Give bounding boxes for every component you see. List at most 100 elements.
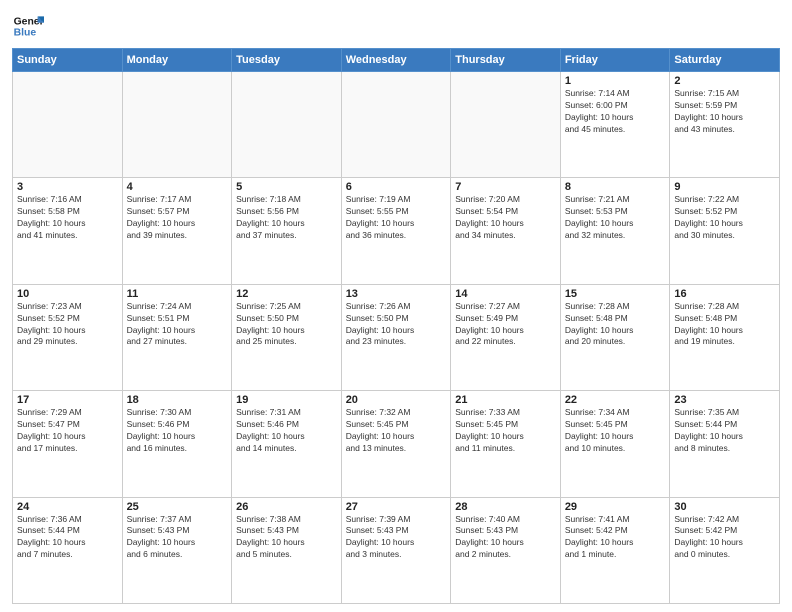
calendar-cell: 27Sunrise: 7:39 AM Sunset: 5:43 PM Dayli… xyxy=(341,497,451,603)
week-row-3: 10Sunrise: 7:23 AM Sunset: 5:52 PM Dayli… xyxy=(13,284,780,390)
header: General Blue xyxy=(12,10,780,42)
day-number: 21 xyxy=(455,394,556,406)
day-info: Sunrise: 7:30 AM Sunset: 5:46 PM Dayligh… xyxy=(127,407,228,455)
svg-text:Blue: Blue xyxy=(14,28,37,39)
day-info: Sunrise: 7:28 AM Sunset: 5:48 PM Dayligh… xyxy=(674,301,775,349)
day-info: Sunrise: 7:22 AM Sunset: 5:52 PM Dayligh… xyxy=(674,194,775,242)
week-row-5: 24Sunrise: 7:36 AM Sunset: 5:44 PM Dayli… xyxy=(13,497,780,603)
calendar-cell xyxy=(341,72,451,178)
day-number: 15 xyxy=(565,288,666,300)
day-info: Sunrise: 7:36 AM Sunset: 5:44 PM Dayligh… xyxy=(17,514,118,562)
day-info: Sunrise: 7:19 AM Sunset: 5:55 PM Dayligh… xyxy=(346,194,447,242)
day-number: 24 xyxy=(17,501,118,513)
day-number: 4 xyxy=(127,181,228,193)
calendar-cell xyxy=(122,72,232,178)
day-number: 12 xyxy=(236,288,337,300)
day-info: Sunrise: 7:39 AM Sunset: 5:43 PM Dayligh… xyxy=(346,514,447,562)
day-info: Sunrise: 7:25 AM Sunset: 5:50 PM Dayligh… xyxy=(236,301,337,349)
day-info: Sunrise: 7:18 AM Sunset: 5:56 PM Dayligh… xyxy=(236,194,337,242)
week-row-2: 3Sunrise: 7:16 AM Sunset: 5:58 PM Daylig… xyxy=(13,178,780,284)
calendar-cell: 29Sunrise: 7:41 AM Sunset: 5:42 PM Dayli… xyxy=(560,497,670,603)
calendar-cell: 13Sunrise: 7:26 AM Sunset: 5:50 PM Dayli… xyxy=(341,284,451,390)
calendar-cell: 16Sunrise: 7:28 AM Sunset: 5:48 PM Dayli… xyxy=(670,284,780,390)
day-info: Sunrise: 7:32 AM Sunset: 5:45 PM Dayligh… xyxy=(346,407,447,455)
day-info: Sunrise: 7:27 AM Sunset: 5:49 PM Dayligh… xyxy=(455,301,556,349)
calendar-cell: 8Sunrise: 7:21 AM Sunset: 5:53 PM Daylig… xyxy=(560,178,670,284)
day-info: Sunrise: 7:40 AM Sunset: 5:43 PM Dayligh… xyxy=(455,514,556,562)
day-info: Sunrise: 7:33 AM Sunset: 5:45 PM Dayligh… xyxy=(455,407,556,455)
day-info: Sunrise: 7:17 AM Sunset: 5:57 PM Dayligh… xyxy=(127,194,228,242)
calendar-cell: 4Sunrise: 7:17 AM Sunset: 5:57 PM Daylig… xyxy=(122,178,232,284)
day-info: Sunrise: 7:24 AM Sunset: 5:51 PM Dayligh… xyxy=(127,301,228,349)
day-number: 14 xyxy=(455,288,556,300)
day-info: Sunrise: 7:35 AM Sunset: 5:44 PM Dayligh… xyxy=(674,407,775,455)
day-info: Sunrise: 7:37 AM Sunset: 5:43 PM Dayligh… xyxy=(127,514,228,562)
day-info: Sunrise: 7:29 AM Sunset: 5:47 PM Dayligh… xyxy=(17,407,118,455)
weekday-header-row: SundayMondayTuesdayWednesdayThursdayFrid… xyxy=(13,49,780,72)
logo: General Blue xyxy=(12,10,44,42)
calendar-cell xyxy=(13,72,123,178)
day-info: Sunrise: 7:34 AM Sunset: 5:45 PM Dayligh… xyxy=(565,407,666,455)
weekday-friday: Friday xyxy=(560,49,670,72)
calendar-cell xyxy=(451,72,561,178)
weekday-monday: Monday xyxy=(122,49,232,72)
day-info: Sunrise: 7:28 AM Sunset: 5:48 PM Dayligh… xyxy=(565,301,666,349)
calendar-cell: 19Sunrise: 7:31 AM Sunset: 5:46 PM Dayli… xyxy=(232,391,342,497)
calendar-cell: 24Sunrise: 7:36 AM Sunset: 5:44 PM Dayli… xyxy=(13,497,123,603)
day-info: Sunrise: 7:16 AM Sunset: 5:58 PM Dayligh… xyxy=(17,194,118,242)
day-number: 1 xyxy=(565,75,666,87)
logo-icon: General Blue xyxy=(12,10,44,42)
week-row-4: 17Sunrise: 7:29 AM Sunset: 5:47 PM Dayli… xyxy=(13,391,780,497)
day-number: 29 xyxy=(565,501,666,513)
day-number: 19 xyxy=(236,394,337,406)
day-info: Sunrise: 7:15 AM Sunset: 5:59 PM Dayligh… xyxy=(674,88,775,136)
day-info: Sunrise: 7:23 AM Sunset: 5:52 PM Dayligh… xyxy=(17,301,118,349)
day-info: Sunrise: 7:41 AM Sunset: 5:42 PM Dayligh… xyxy=(565,514,666,562)
day-number: 23 xyxy=(674,394,775,406)
calendar-cell: 22Sunrise: 7:34 AM Sunset: 5:45 PM Dayli… xyxy=(560,391,670,497)
calendar-cell: 12Sunrise: 7:25 AM Sunset: 5:50 PM Dayli… xyxy=(232,284,342,390)
calendar-table: SundayMondayTuesdayWednesdayThursdayFrid… xyxy=(12,48,780,604)
day-number: 10 xyxy=(17,288,118,300)
calendar-cell: 18Sunrise: 7:30 AM Sunset: 5:46 PM Dayli… xyxy=(122,391,232,497)
day-number: 22 xyxy=(565,394,666,406)
day-info: Sunrise: 7:21 AM Sunset: 5:53 PM Dayligh… xyxy=(565,194,666,242)
day-info: Sunrise: 7:38 AM Sunset: 5:43 PM Dayligh… xyxy=(236,514,337,562)
calendar-cell: 1Sunrise: 7:14 AM Sunset: 6:00 PM Daylig… xyxy=(560,72,670,178)
calendar-cell: 26Sunrise: 7:38 AM Sunset: 5:43 PM Dayli… xyxy=(232,497,342,603)
calendar-cell: 17Sunrise: 7:29 AM Sunset: 5:47 PM Dayli… xyxy=(13,391,123,497)
day-number: 20 xyxy=(346,394,447,406)
day-number: 8 xyxy=(565,181,666,193)
day-number: 27 xyxy=(346,501,447,513)
day-number: 9 xyxy=(674,181,775,193)
weekday-saturday: Saturday xyxy=(670,49,780,72)
calendar-cell: 23Sunrise: 7:35 AM Sunset: 5:44 PM Dayli… xyxy=(670,391,780,497)
day-info: Sunrise: 7:31 AM Sunset: 5:46 PM Dayligh… xyxy=(236,407,337,455)
calendar-cell: 15Sunrise: 7:28 AM Sunset: 5:48 PM Dayli… xyxy=(560,284,670,390)
day-number: 26 xyxy=(236,501,337,513)
week-row-1: 1Sunrise: 7:14 AM Sunset: 6:00 PM Daylig… xyxy=(13,72,780,178)
calendar-cell: 6Sunrise: 7:19 AM Sunset: 5:55 PM Daylig… xyxy=(341,178,451,284)
day-number: 30 xyxy=(674,501,775,513)
day-number: 28 xyxy=(455,501,556,513)
calendar-cell: 9Sunrise: 7:22 AM Sunset: 5:52 PM Daylig… xyxy=(670,178,780,284)
calendar-cell: 11Sunrise: 7:24 AM Sunset: 5:51 PM Dayli… xyxy=(122,284,232,390)
day-number: 17 xyxy=(17,394,118,406)
calendar-cell: 28Sunrise: 7:40 AM Sunset: 5:43 PM Dayli… xyxy=(451,497,561,603)
day-info: Sunrise: 7:26 AM Sunset: 5:50 PM Dayligh… xyxy=(346,301,447,349)
calendar-cell xyxy=(232,72,342,178)
calendar-cell: 25Sunrise: 7:37 AM Sunset: 5:43 PM Dayli… xyxy=(122,497,232,603)
day-info: Sunrise: 7:42 AM Sunset: 5:42 PM Dayligh… xyxy=(674,514,775,562)
calendar-cell: 5Sunrise: 7:18 AM Sunset: 5:56 PM Daylig… xyxy=(232,178,342,284)
calendar-cell: 14Sunrise: 7:27 AM Sunset: 5:49 PM Dayli… xyxy=(451,284,561,390)
day-number: 6 xyxy=(346,181,447,193)
day-number: 18 xyxy=(127,394,228,406)
day-number: 2 xyxy=(674,75,775,87)
weekday-thursday: Thursday xyxy=(451,49,561,72)
day-number: 5 xyxy=(236,181,337,193)
calendar-cell: 30Sunrise: 7:42 AM Sunset: 5:42 PM Dayli… xyxy=(670,497,780,603)
day-number: 16 xyxy=(674,288,775,300)
weekday-sunday: Sunday xyxy=(13,49,123,72)
day-info: Sunrise: 7:14 AM Sunset: 6:00 PM Dayligh… xyxy=(565,88,666,136)
weekday-wednesday: Wednesday xyxy=(341,49,451,72)
